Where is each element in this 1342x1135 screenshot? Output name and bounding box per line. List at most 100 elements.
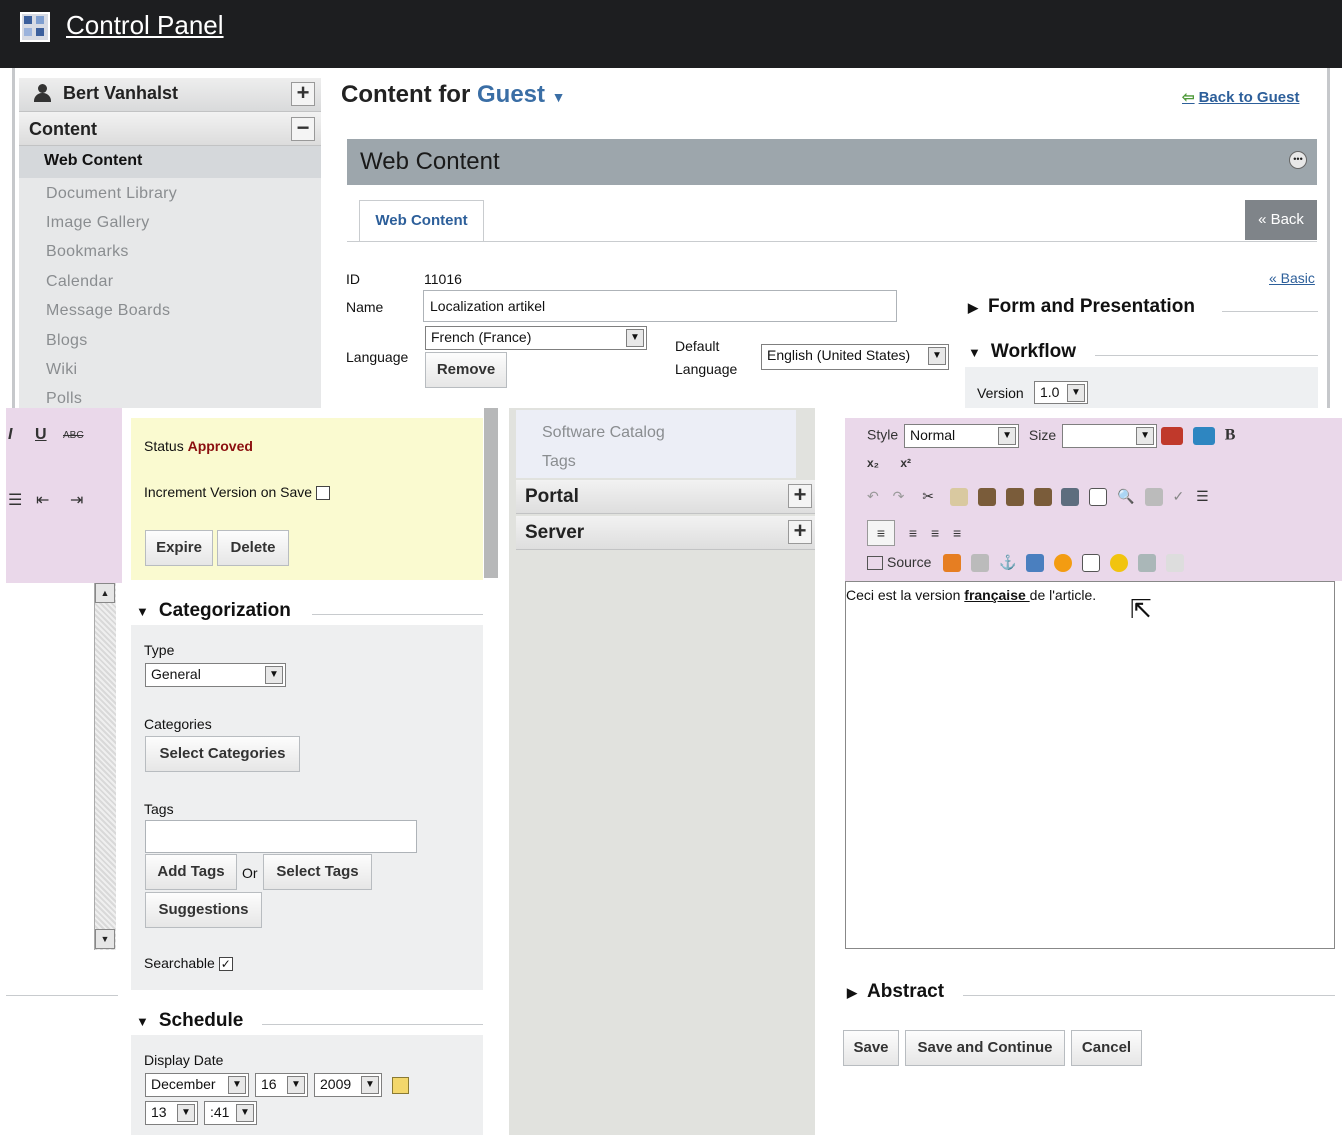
remove-format-icon[interactable] bbox=[1089, 488, 1108, 507]
indent-icon[interactable]: ⇥ bbox=[70, 490, 83, 510]
align-center-icon[interactable]: ≡ bbox=[909, 525, 917, 541]
sidebar-item-document-library[interactable]: Document Library bbox=[46, 185, 177, 203]
suggestions-button[interactable]: Suggestions bbox=[145, 892, 262, 928]
bold-icon[interactable]: B bbox=[1225, 427, 1236, 444]
scrollbar[interactable]: ▲ ▼ bbox=[94, 583, 116, 950]
sidebar-section-content[interactable]: Content − bbox=[19, 112, 321, 146]
sidebar-item-tags[interactable]: Tags bbox=[542, 453, 576, 471]
section-categorization[interactable]: ▼ Categorization bbox=[136, 600, 291, 622]
collapse-minus-icon[interactable]: − bbox=[291, 117, 315, 141]
section-workflow[interactable]: ▼ Workflow bbox=[968, 341, 1076, 363]
basic-link[interactable]: « Basic bbox=[1269, 270, 1315, 286]
align-justify-icon[interactable]: ≡ bbox=[953, 525, 961, 541]
image-icon[interactable] bbox=[1026, 554, 1045, 573]
background-color-icon[interactable] bbox=[1192, 427, 1215, 445]
source-label[interactable]: Source bbox=[887, 554, 931, 570]
back-button[interactable]: « Back bbox=[1245, 200, 1317, 240]
paste-icon[interactable] bbox=[977, 488, 996, 507]
align-left-icon[interactable]: ≡ bbox=[867, 520, 895, 546]
subscript-icon[interactable]: x₂ bbox=[867, 456, 879, 470]
superscript-icon[interactable]: x² bbox=[900, 456, 911, 470]
increment-version-checkbox[interactable] bbox=[316, 486, 330, 501]
sidebar-section-server[interactable]: Server + bbox=[516, 516, 815, 550]
editor-content-area[interactable]: Ceci est la version française de l'artic… bbox=[845, 581, 1335, 949]
style-select[interactable]: Normal ▼ bbox=[904, 424, 1020, 448]
anchor-icon[interactable]: ⚓ bbox=[999, 554, 1016, 570]
add-tags-button[interactable]: Add Tags bbox=[145, 854, 237, 890]
sidebar-item-blogs[interactable]: Blogs bbox=[46, 332, 88, 350]
scroll-up-icon[interactable]: ▲ bbox=[95, 583, 115, 603]
text-color-icon[interactable] bbox=[1160, 427, 1183, 445]
source-icon[interactable] bbox=[867, 556, 883, 571]
searchable-checkbox[interactable]: ✓ bbox=[218, 957, 233, 972]
calendar-icon[interactable] bbox=[392, 1077, 409, 1094]
type-select[interactable]: General ▼ bbox=[145, 663, 286, 687]
list-icon[interactable]: ☰ bbox=[8, 490, 22, 510]
unlink-icon[interactable] bbox=[971, 554, 990, 573]
sidebar-item-calendar[interactable]: Calendar bbox=[46, 273, 113, 291]
sidebar-item-polls[interactable]: Polls bbox=[46, 390, 82, 406]
strikethrough-icon[interactable]: ABC bbox=[63, 430, 84, 441]
link-icon[interactable] bbox=[943, 554, 962, 573]
sidebar-item-bookmarks[interactable]: Bookmarks bbox=[46, 243, 129, 261]
sidebar-item-wiki[interactable]: Wiki bbox=[46, 361, 77, 379]
back-to-guest-link[interactable]: ⇦ Back to Guest bbox=[1182, 88, 1299, 106]
paste-word-icon[interactable] bbox=[1033, 488, 1052, 507]
select-tags-button[interactable]: Select Tags bbox=[263, 854, 372, 890]
section-schedule[interactable]: ▼ Schedule bbox=[136, 1010, 243, 1032]
table-icon[interactable] bbox=[1082, 554, 1101, 573]
undo-icon[interactable]: ↶ bbox=[867, 488, 879, 504]
flash-icon[interactable] bbox=[1054, 554, 1073, 573]
outdent-icon[interactable]: ⇤ bbox=[36, 490, 49, 510]
remove-button[interactable]: Remove bbox=[425, 352, 507, 388]
scope-selector[interactable]: Guest ▼ bbox=[477, 81, 566, 108]
save-button[interactable]: Save bbox=[843, 1030, 899, 1066]
tab-web-content[interactable]: Web Content bbox=[359, 200, 484, 242]
select-all-icon[interactable] bbox=[1061, 488, 1080, 507]
paste-text-icon[interactable] bbox=[1005, 488, 1024, 507]
expand-plus-icon[interactable]: + bbox=[788, 520, 812, 544]
version-select[interactable]: 1.0 ▼ bbox=[1034, 381, 1088, 404]
cancel-button[interactable]: Cancel bbox=[1071, 1030, 1142, 1066]
name-field[interactable]: Localization artikel bbox=[423, 290, 897, 322]
sidebar-user-header[interactable]: Bert Vanhalst + bbox=[19, 78, 321, 112]
select-categories-button[interactable]: Select Categories bbox=[145, 736, 300, 772]
ordered-list-icon[interactable]: ☰ bbox=[1196, 488, 1209, 504]
italic-icon[interactable]: I bbox=[8, 426, 12, 444]
redo-icon[interactable]: ↷ bbox=[893, 488, 905, 504]
section-form-presentation[interactable]: ▶ Form and Presentation bbox=[968, 296, 1195, 318]
smiley-icon[interactable] bbox=[1110, 554, 1129, 573]
sidebar-item-image-gallery[interactable]: Image Gallery bbox=[46, 214, 150, 232]
month-select[interactable]: December ▼ bbox=[145, 1073, 249, 1097]
size-select[interactable]: ▼ bbox=[1062, 424, 1158, 448]
section-abstract[interactable]: ▶ Abstract bbox=[847, 981, 944, 1003]
expand-plus-icon[interactable]: + bbox=[788, 484, 812, 508]
hour-select[interactable]: 13 ▼ bbox=[145, 1101, 198, 1125]
options-icon[interactable]: ••• bbox=[1289, 151, 1307, 169]
expire-button[interactable]: Expire bbox=[145, 530, 213, 566]
sidebar-section-portal[interactable]: Portal + bbox=[516, 480, 815, 514]
align-right-icon[interactable]: ≡ bbox=[931, 525, 939, 541]
spellcheck-icon[interactable]: ✓ bbox=[1172, 488, 1184, 504]
default-language-select[interactable]: English (United States) ▼ bbox=[761, 344, 949, 370]
sidebar-item-web-content[interactable]: Web Content bbox=[19, 146, 321, 178]
delete-button[interactable]: Delete bbox=[217, 530, 289, 566]
cut-icon[interactable]: ✂ bbox=[922, 488, 934, 504]
language-select[interactable]: French (France) ▼ bbox=[425, 326, 647, 350]
underline-icon[interactable]: U bbox=[35, 426, 47, 444]
find-icon[interactable]: 🔍 bbox=[1117, 488, 1134, 504]
panel-scrollbar[interactable] bbox=[484, 408, 498, 578]
save-and-continue-button[interactable]: Save and Continue bbox=[905, 1030, 1065, 1066]
copy-icon[interactable] bbox=[949, 488, 968, 507]
replace-icon[interactable] bbox=[1144, 488, 1163, 507]
scroll-down-icon[interactable]: ▼ bbox=[95, 929, 115, 949]
sidebar-item-message-boards[interactable]: Message Boards bbox=[46, 302, 170, 320]
control-panel-title[interactable]: Control Panel bbox=[66, 10, 224, 41]
expand-plus-icon[interactable]: + bbox=[291, 82, 315, 106]
sidebar-item-software-catalog[interactable]: Software Catalog bbox=[542, 424, 665, 442]
tags-input[interactable] bbox=[145, 820, 417, 853]
page-break-icon[interactable] bbox=[1165, 554, 1184, 573]
minute-select[interactable]: :41 ▼ bbox=[204, 1101, 257, 1125]
year-select[interactable]: 2009 ▼ bbox=[314, 1073, 382, 1097]
day-select[interactable]: 16 ▼ bbox=[255, 1073, 308, 1097]
